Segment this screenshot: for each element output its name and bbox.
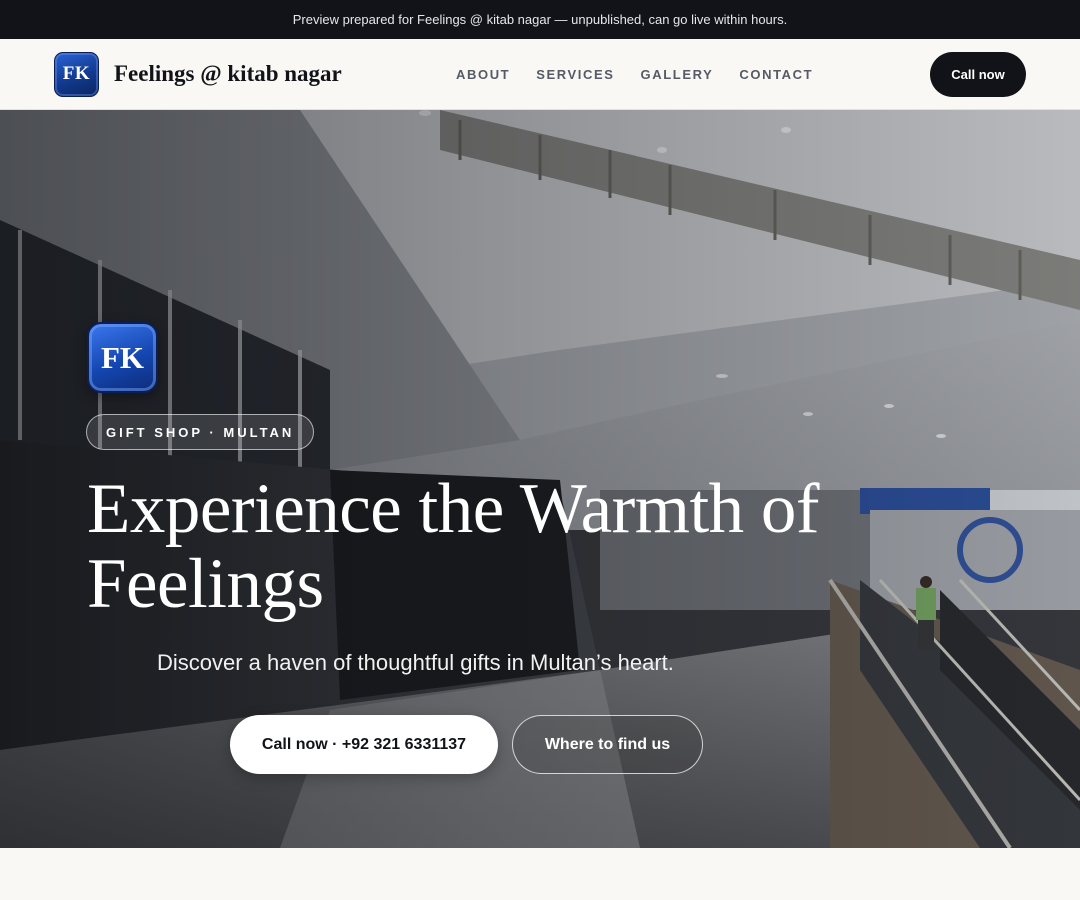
- hero-category-tag: GIFT SHOP · MULTAN: [86, 414, 315, 450]
- hero-title: Experience the Warmth of Feelings: [87, 470, 820, 623]
- brand-name: Feelings @ kitab nagar: [114, 61, 342, 86]
- nav-gallery[interactable]: GALLERY: [641, 67, 714, 82]
- nav-contact[interactable]: CONTACT: [739, 67, 813, 82]
- header-call-button[interactable]: Call now: [930, 52, 1026, 97]
- hero-location-button[interactable]: Where to find us: [512, 715, 703, 774]
- preview-banner: Preview prepared for Feelings @ kitab na…: [0, 0, 1080, 39]
- nav-about[interactable]: ABOUT: [456, 67, 510, 82]
- site-header: FK Feelings @ kitab nagar ABOUT SERVICES…: [0, 39, 1080, 110]
- hero-call-button[interactable]: Call now · +92 321 6331137: [230, 715, 498, 774]
- hero-subtitle: Discover a haven of thoughtful gifts in …: [157, 650, 674, 675]
- hero-logo: FK: [87, 322, 158, 393]
- hero-section: FK GIFT SHOP · MULTAN Experience the War…: [0, 110, 1080, 848]
- main-nav: ABOUT SERVICES GALLERY CONTACT: [456, 39, 839, 110]
- hero-content: FK GIFT SHOP · MULTAN Experience the War…: [0, 110, 1080, 848]
- nav-services[interactable]: SERVICES: [536, 67, 614, 82]
- brand[interactable]: FK Feelings @ kitab nagar: [54, 51, 342, 97]
- brand-logo: FK: [54, 51, 99, 97]
